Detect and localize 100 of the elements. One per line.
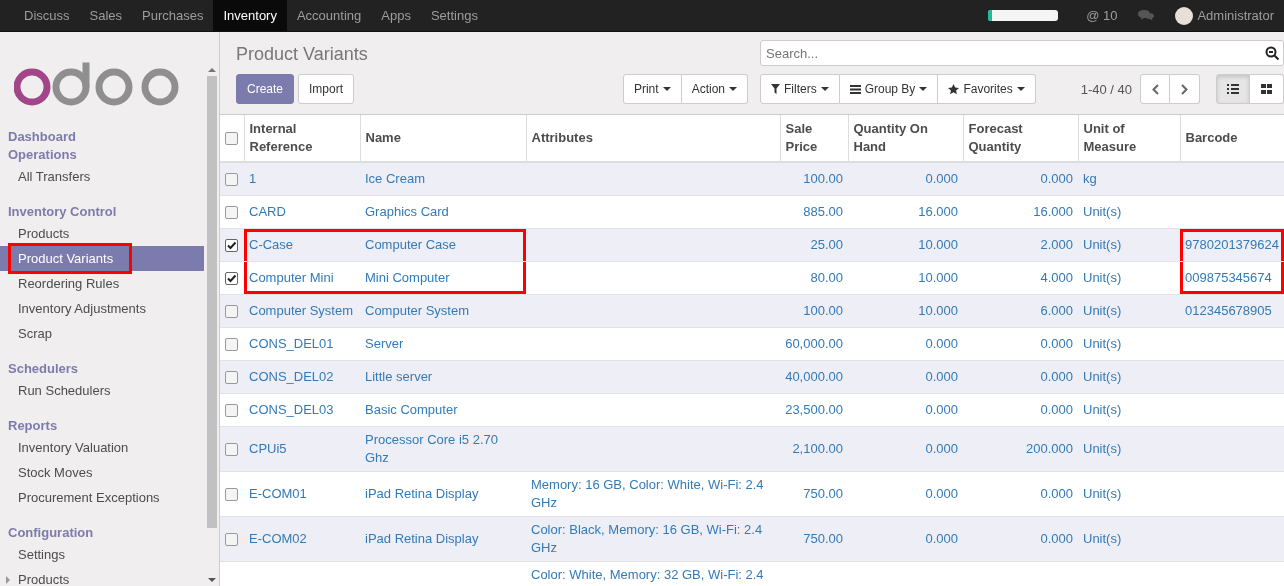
table-cell[interactable]: Computer Mini bbox=[249, 269, 355, 287]
table-cell-text: 009875345674 bbox=[1185, 269, 1273, 287]
app-menu-tab[interactable]: Sales bbox=[79, 0, 133, 31]
menu-item[interactable]: Inventory Valuation bbox=[0, 435, 205, 460]
table-cell-text: 10.000 bbox=[917, 236, 958, 254]
table-cell-text: 0.000 bbox=[924, 401, 958, 419]
grid-view-icon bbox=[1261, 84, 1272, 94]
row-checkbox[interactable] bbox=[225, 173, 238, 187]
table-cell-text: 0.000 bbox=[1039, 335, 1073, 353]
search-icon[interactable] bbox=[1265, 46, 1280, 61]
chevron-left-icon bbox=[1151, 83, 1159, 95]
view-switch-button[interactable] bbox=[1216, 74, 1250, 104]
previous-page-button[interactable] bbox=[1140, 74, 1170, 104]
table-cell-text: 0.000 bbox=[1039, 485, 1073, 503]
action-dropdown[interactable]: Action bbox=[681, 74, 748, 104]
menu-item[interactable]: Settings bbox=[0, 542, 205, 567]
menu-item[interactable]: Products bbox=[0, 567, 205, 586]
search-field[interactable]: Search... bbox=[760, 40, 1284, 66]
expand-icon[interactable] bbox=[6, 576, 10, 584]
select-all-checkbox[interactable] bbox=[225, 132, 238, 146]
table-cell-text: 0.000 bbox=[1039, 530, 1073, 548]
row-checkbox[interactable] bbox=[225, 239, 238, 253]
pager-text: 1-40 / 40 bbox=[1080, 81, 1132, 97]
table-cell[interactable]: iPad Retina Display bbox=[365, 485, 521, 503]
table-cell-text: 012345678905 bbox=[1185, 302, 1273, 320]
app-menu-tab[interactable]: Inventory bbox=[213, 0, 287, 31]
table-cell-text: 0.000 bbox=[1039, 401, 1073, 419]
import-button[interactable]: Import bbox=[298, 74, 355, 104]
table-cell-text: 10.000 bbox=[917, 269, 958, 287]
menu-item[interactable]: Reordering Rules bbox=[0, 271, 205, 296]
table-cell-text: Color: White, Memory: 32 GB, Wi-Fi: 2.4 bbox=[531, 566, 765, 584]
table-cell-text: 6.000 bbox=[1039, 302, 1073, 320]
table-cell[interactable]: Server bbox=[365, 335, 521, 353]
table-cell-text: Unit(s) bbox=[1083, 440, 1123, 458]
menu-item[interactable]: Stock Moves bbox=[0, 460, 205, 485]
table-cell[interactable]: Basic Computer bbox=[365, 401, 521, 419]
create-button[interactable]: Create bbox=[236, 74, 295, 104]
app-menu-tab[interactable]: Purchases bbox=[132, 0, 214, 31]
group-by-dropdown[interactable]: Group By bbox=[839, 74, 939, 104]
table-cell-text: Color: Black, Memory: 16 GB, Wi-Fi: 2.4 GHz bbox=[531, 521, 764, 557]
table-cell: 60,000.00 bbox=[785, 335, 843, 353]
table-cell-text: 80.00 bbox=[809, 269, 843, 287]
table-cell-text: Unit(s) bbox=[1083, 485, 1123, 503]
table-cell-text: 0.000 bbox=[924, 335, 958, 353]
row-checkbox[interactable] bbox=[225, 371, 238, 385]
table-cell-text: 100.00 bbox=[802, 170, 843, 188]
table-cell[interactable]: Graphics Card bbox=[365, 203, 521, 221]
table-cell[interactable]: CARD bbox=[249, 203, 355, 221]
table-cell: 23,500.00 bbox=[785, 401, 843, 419]
table-cell-text: Unit(s) bbox=[1083, 530, 1123, 548]
table-cell-text: 16.000 bbox=[1032, 203, 1073, 221]
menu-section-heading[interactable]: Dashboard bbox=[0, 128, 205, 146]
row-checkbox[interactable] bbox=[225, 305, 238, 319]
user-menu[interactable]: Administrator bbox=[1165, 0, 1284, 31]
favorites-dropdown[interactable]: Favorites bbox=[938, 74, 1036, 104]
view-switch-button[interactable] bbox=[1250, 74, 1284, 104]
table-cell[interactable]: Mini Computer bbox=[365, 269, 521, 287]
table-cell-text: 0.000 bbox=[1039, 368, 1073, 386]
page-title: Product Variants bbox=[236, 43, 369, 66]
menu-item[interactable]: Procurement Exceptions bbox=[0, 485, 205, 510]
menu-section-heading[interactable]: Inventory Control bbox=[0, 203, 205, 221]
table-cell-text: 0.000 bbox=[924, 530, 958, 548]
menu-item[interactable]: Scrap bbox=[0, 321, 205, 346]
row-checkbox[interactable] bbox=[225, 206, 238, 220]
app-menu-tab[interactable]: Accounting bbox=[286, 0, 372, 31]
next-page-button[interactable] bbox=[1170, 74, 1200, 104]
list-lines-icon bbox=[849, 84, 861, 94]
menu-item[interactable]: Run Schedulers bbox=[0, 378, 205, 403]
menu-item[interactable]: Products bbox=[0, 221, 205, 246]
app-menu-tab[interactable]: Discuss bbox=[14, 0, 80, 31]
table-cell-text: 0.000 bbox=[924, 440, 958, 458]
table-cell[interactable]: E-COM01 bbox=[249, 485, 355, 503]
row-checkbox[interactable] bbox=[225, 443, 238, 457]
star-icon bbox=[948, 83, 960, 95]
table-cell[interactable]: CONS_DEL03 bbox=[249, 401, 355, 419]
table-cell-text: Unit(s) bbox=[1083, 335, 1123, 353]
menu-section-heading[interactable]: Reports bbox=[0, 417, 205, 435]
app-menu-tab[interactable]: Apps bbox=[371, 0, 421, 31]
filters-dropdown[interactable]: Filters bbox=[760, 74, 840, 104]
row-checkbox[interactable] bbox=[225, 488, 238, 502]
row-checkbox[interactable] bbox=[225, 338, 238, 352]
table-cell[interactable]: CONS_DEL01 bbox=[249, 335, 355, 353]
mentions-link[interactable]: @ 10 bbox=[1076, 0, 1128, 31]
progress-bar bbox=[988, 10, 1059, 21]
table-cell-text: Memory: 16 GB, Color: White, Wi-Fi: 2.4 GHz bbox=[531, 476, 765, 512]
app-menu-tab[interactable]: Settings bbox=[420, 0, 488, 31]
menu-section-heading[interactable]: Schedulers bbox=[0, 360, 205, 378]
menu-item[interactable]: Product Variants bbox=[0, 246, 204, 271]
table-cell-text: Unit(s) bbox=[1083, 269, 1123, 287]
menu-item[interactable]: All Transfers bbox=[0, 164, 205, 189]
table-cell-text: 2,100.00 bbox=[791, 440, 843, 458]
row-checkbox[interactable] bbox=[225, 533, 238, 547]
menu-section-heading[interactable]: Operations bbox=[0, 146, 205, 164]
row-checkbox[interactable] bbox=[225, 404, 238, 418]
print-dropdown[interactable]: Print bbox=[622, 74, 682, 104]
row-checkbox[interactable] bbox=[225, 272, 238, 286]
table-cell-text: Unit(s) bbox=[1083, 302, 1123, 320]
menu-item[interactable]: Inventory Adjustments bbox=[0, 296, 205, 321]
menu-section-heading[interactable]: Configuration bbox=[0, 524, 205, 542]
table-cell-text: kg bbox=[1083, 170, 1098, 188]
